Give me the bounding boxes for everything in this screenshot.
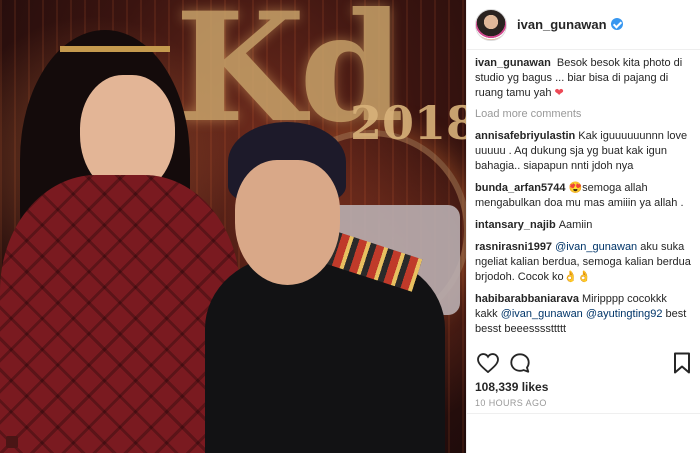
likes-count[interactable]: 108,339 likes — [475, 380, 548, 394]
verified-badge-icon — [610, 18, 623, 30]
mention-link[interactable]: @ivan_gunawan — [501, 308, 583, 320]
comment-button[interactable] — [507, 350, 533, 376]
heart-emoji: ❤ — [554, 87, 564, 99]
save-button[interactable] — [669, 350, 695, 376]
post-timestamp[interactable]: 10 HOURS AGO — [475, 398, 547, 408]
heart-outline-icon — [477, 353, 499, 373]
comment-item: habibarabbaniarava Miripppp cocokkk kakk … — [475, 292, 692, 337]
mention-link[interactable]: @ayutingting92 — [586, 308, 663, 320]
comment-item: annisafebriyulastin Kak iguuuuuunnn love … — [475, 129, 692, 174]
man-face-shape — [235, 160, 340, 285]
comments-container: annisafebriyulastin Kak iguuuuuunnn love … — [475, 129, 692, 344]
comment-item: intansary_najib Aamiin — [475, 218, 692, 233]
crown-shape — [60, 22, 170, 52]
comment-item: bunda_arfan5744 😍semoga allah mengabulkan… — [475, 181, 692, 211]
avatar[interactable] — [475, 8, 507, 41]
stage-year-art: 2018 — [350, 96, 466, 150]
comment-text: Aamiin — [558, 219, 593, 231]
load-more-comments-link[interactable]: Load more comments — [475, 108, 692, 120]
action-bar — [475, 348, 695, 378]
photo-corner-mark — [6, 436, 18, 448]
comment-username[interactable]: habibarabbaniarava — [475, 293, 579, 305]
caption-username[interactable]: ivan_gunawan — [475, 57, 551, 69]
post-header: ivan_gunawan — [467, 0, 700, 50]
post-caption: ivan_gunawan Besok besok kita photo di s… — [475, 56, 692, 101]
panel-divider — [467, 413, 700, 414]
comment-username[interactable]: annisafebriyulastin — [475, 130, 575, 142]
post-photo[interactable]: Kd 2018 — [0, 0, 466, 453]
woman-dress-shape — [0, 175, 240, 453]
like-button[interactable] — [475, 350, 501, 376]
mention-link[interactable]: @ivan_gunawan — [555, 241, 637, 253]
speech-bubble-icon — [510, 353, 530, 373]
post-side-panel: ivan_gunawan ivan_gunawan Besok besok ki… — [466, 0, 700, 453]
comment-item: rasnirasni1997 @ivan_gunawan aku suka nge… — [475, 240, 692, 285]
header-username[interactable]: ivan_gunawan — [517, 17, 623, 32]
comment-username[interactable]: bunda_arfan5744 — [475, 182, 565, 194]
bookmark-icon — [674, 352, 690, 374]
comment-username[interactable]: intansary_najib — [475, 219, 556, 231]
comment-username[interactable]: rasnirasni1997 — [475, 241, 552, 253]
comment-list: ivan_gunawan Besok besok kita photo di s… — [467, 50, 700, 344]
